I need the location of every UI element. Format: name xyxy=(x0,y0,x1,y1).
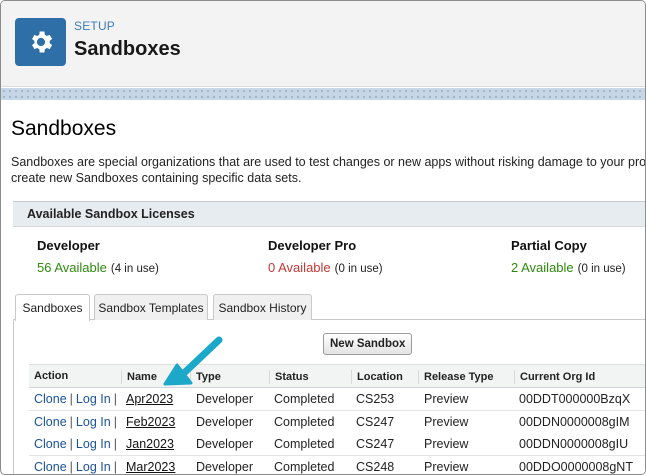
table-row: Clone | Log In | Apr2023 Developer Completed CS… xyxy=(29,388,645,411)
header-title: Sandboxes xyxy=(74,38,181,60)
action-separator: | xyxy=(113,459,117,474)
row-actions: Clone | Log In | xyxy=(34,415,120,429)
cell-org-id: 00DDN0000008gIU xyxy=(519,437,629,451)
row-actions: Clone | Log In | xyxy=(34,460,120,474)
cell-location: CS248 xyxy=(356,459,395,474)
log-in-link[interactable]: Log In xyxy=(76,460,111,474)
column-header-release-type[interactable]: Release Type xyxy=(418,370,494,384)
cell-release: Preview xyxy=(424,414,469,429)
cell-type: Developer xyxy=(196,414,253,429)
cell-status: Completed xyxy=(274,414,335,429)
column-header-status[interactable]: Status xyxy=(269,370,309,384)
license-name: Partial Copy xyxy=(511,238,587,253)
action-separator: | xyxy=(69,414,73,429)
action-separator: | xyxy=(69,459,73,474)
cell-release: Preview xyxy=(424,392,469,406)
cell-status: Completed xyxy=(274,459,335,474)
sandbox-name-link[interactable]: Mar2023 xyxy=(126,460,175,474)
cell-location: CS247 xyxy=(356,414,395,429)
table-header: Action Name Type Status Location Release… xyxy=(29,364,645,388)
license-in-use: (4 in use) xyxy=(110,263,159,275)
clone-link[interactable]: Clone xyxy=(34,392,67,406)
tab-sandbox-history[interactable]: Sandbox History xyxy=(213,294,312,320)
action-separator: | xyxy=(113,437,117,451)
log-in-link[interactable]: Log In xyxy=(76,437,111,451)
cell-org-id: 00DDT000000BzqX xyxy=(519,392,631,406)
licenses-header: Available Sandbox Licenses xyxy=(13,202,645,227)
description-line-2: create new Sandboxes containing specific… xyxy=(11,171,302,185)
header-divider-pattern xyxy=(1,88,645,100)
table-row: Clone | Log In | Feb2023 Developer Completed CS… xyxy=(29,410,645,434)
tab-sandboxes[interactable]: Sandboxes xyxy=(15,294,90,321)
cell-type: Developer xyxy=(196,459,253,474)
tab-sandbox-templates[interactable]: Sandbox Templates xyxy=(94,294,208,320)
table-row: Clone | Log In | Mar2023 Developer Completed CS… xyxy=(29,455,645,474)
cell-type: Developer xyxy=(196,392,253,406)
cell-location: CS253 xyxy=(356,392,395,406)
sandbox-name-link[interactable]: Jan2023 xyxy=(126,437,174,451)
row-actions: Clone | Log In | xyxy=(34,392,120,406)
license-available: 0 Available xyxy=(268,260,331,275)
app-window: SETUP Sandboxes Sandboxes Sandboxes are … xyxy=(0,0,646,475)
table-row: Clone | Log In | Jan2023 Developer Completed CS… xyxy=(29,433,645,456)
cell-release: Preview xyxy=(424,459,469,474)
license-partial-copy: Partial Copy 2 Available (0 in use) xyxy=(511,238,626,277)
setup-header: SETUP Sandboxes xyxy=(1,1,645,87)
action-separator: | xyxy=(69,437,73,451)
page-title: Sandboxes xyxy=(11,117,117,140)
sandbox-name-link[interactable]: Feb2023 xyxy=(126,415,175,429)
clone-link[interactable]: Clone xyxy=(34,460,67,474)
description-line-1: Sandboxes are special organizations that… xyxy=(11,155,646,169)
license-in-use: (0 in use) xyxy=(334,263,383,275)
sandbox-licenses-panel: Available Sandbox Licenses Developer 56 … xyxy=(13,201,645,285)
cell-release: Preview xyxy=(424,437,469,451)
clone-link[interactable]: Clone xyxy=(34,415,67,429)
gear-icon xyxy=(15,18,66,66)
log-in-link[interactable]: Log In xyxy=(76,392,111,406)
row-actions: Clone | Log In | xyxy=(34,437,120,451)
action-separator: | xyxy=(113,392,117,406)
column-header-current-org-id[interactable]: Current Org Id xyxy=(514,370,595,384)
license-available: 56 Available xyxy=(37,260,107,275)
new-sandbox-button[interactable]: New Sandbox xyxy=(323,333,413,355)
action-separator: | xyxy=(69,392,73,406)
cell-org-id: 00DDO0000008gNT xyxy=(519,459,633,474)
column-header-name[interactable]: Name xyxy=(121,370,157,384)
cell-status: Completed xyxy=(274,437,335,451)
license-name: Developer xyxy=(37,238,100,253)
header-eyebrow: SETUP xyxy=(74,19,116,33)
license-in-use: (0 in use) xyxy=(577,263,626,275)
column-header-location[interactable]: Location xyxy=(351,370,403,384)
action-separator: | xyxy=(113,414,117,429)
cell-location: CS247 xyxy=(356,437,395,451)
log-in-link[interactable]: Log In xyxy=(76,415,111,429)
sandbox-name-link[interactable]: Apr2023 xyxy=(126,392,173,406)
clone-link[interactable]: Clone xyxy=(34,437,67,451)
cell-org-id: 00DDN0000008gIM xyxy=(519,414,630,429)
license-name: Developer Pro xyxy=(268,238,357,253)
license-developer-pro: Developer Pro 0 Available (0 in use) xyxy=(268,238,383,277)
license-developer: Developer 56 Available (4 in use) xyxy=(37,238,159,277)
cell-type: Developer xyxy=(196,437,253,451)
cell-status: Completed xyxy=(274,392,335,406)
page-description: Sandboxes are special organizations that… xyxy=(11,154,646,186)
license-available: 2 Available xyxy=(511,260,574,275)
licenses-heading: Available Sandbox Licenses xyxy=(27,207,195,221)
column-header-action: Action xyxy=(34,370,69,382)
annotation-arrow-icon xyxy=(163,336,223,386)
